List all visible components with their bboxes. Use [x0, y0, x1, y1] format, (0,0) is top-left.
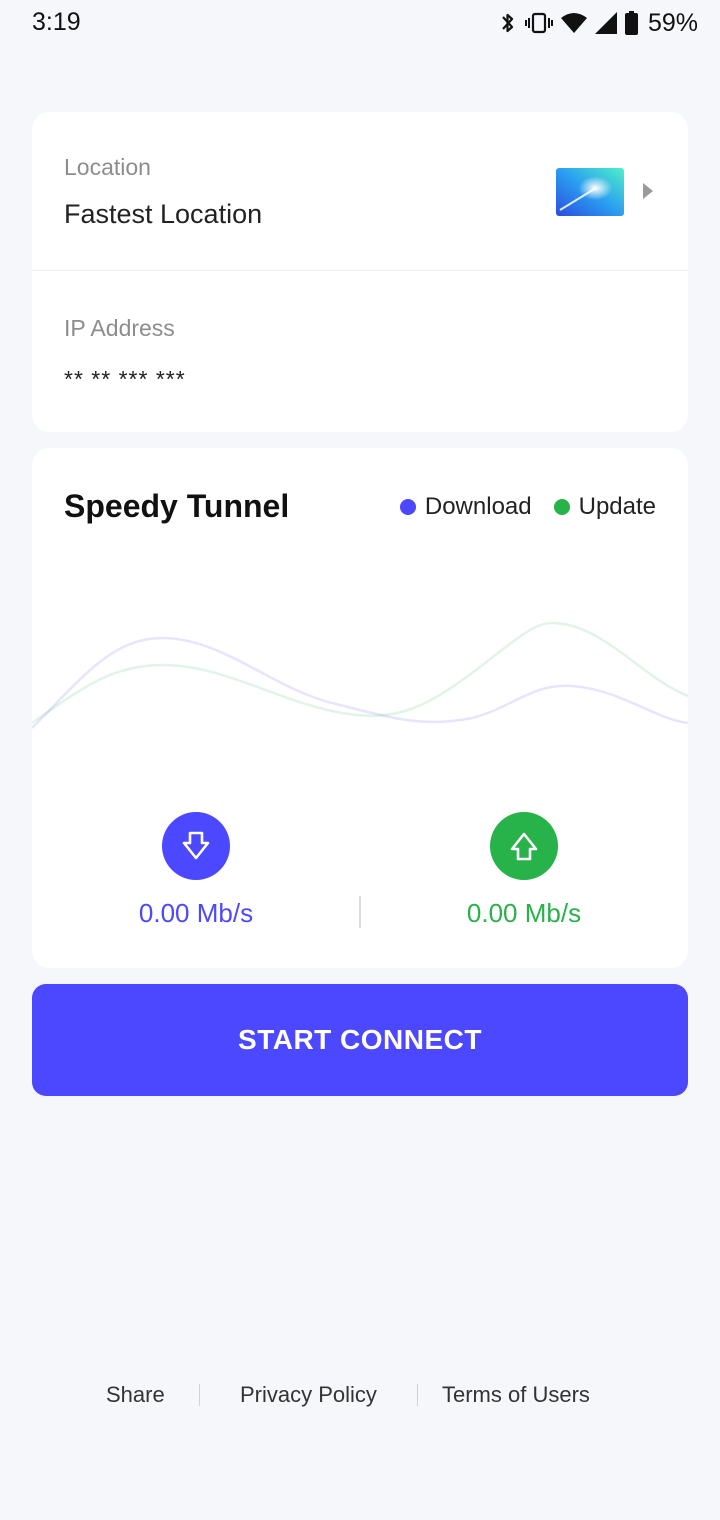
legend-update-label: Update [578, 493, 656, 520]
vibrate-icon [524, 12, 553, 34]
ip-address-label: IP Address [64, 315, 175, 341]
share-link[interactable]: Share [106, 1382, 165, 1408]
chevron-right-icon [643, 183, 653, 199]
battery-percent: 59% [647, 8, 698, 37]
footer-separator [199, 1384, 200, 1406]
location-card: Location Fastest Location IP Address ** … [32, 112, 688, 432]
bluetooth-icon [502, 13, 514, 33]
footer-separator [417, 1384, 418, 1406]
fastest-location-flag-icon [556, 168, 624, 216]
upload-arrow-icon [490, 812, 558, 880]
legend-download: Download [399, 493, 532, 521]
download-arrow-icon [162, 812, 230, 880]
legend-download-dot [399, 499, 416, 515]
upload-wave [32, 621, 688, 725]
privacy-policy-link[interactable]: Privacy Policy [240, 1382, 377, 1408]
upload-speed-value: 0.00 Mb/s [466, 898, 582, 928]
location-value: Fastest Location [64, 199, 263, 229]
terms-of-users-link[interactable]: Terms of Users [442, 1382, 590, 1408]
wifi-icon [560, 13, 587, 33]
legend-update: Update [553, 493, 656, 521]
gauge-separator [359, 896, 361, 928]
upload-gauge: 0.00 Mb/s [424, 812, 624, 929]
status-icons: 59% [499, 8, 698, 38]
speed-card-title: Speedy Tunnel [64, 488, 290, 524]
divider [32, 270, 688, 271]
speed-card: Speedy Tunnel Download Update 0.00 Mb/s … [32, 448, 688, 968]
ip-address-value: ** ** *** *** [64, 366, 186, 392]
download-gauge: 0.00 Mb/s [96, 812, 296, 929]
status-time: 3:19 [32, 8, 81, 36]
legend-update-dot [553, 499, 570, 515]
start-connect-button[interactable]: START CONNECT [32, 984, 688, 1096]
status-bar: 3:19 59% [0, 0, 720, 46]
footer-links: Share Privacy Policy Terms of Users [0, 1378, 720, 1412]
battery-icon [624, 11, 638, 35]
location-row[interactable]: Location Fastest Location [32, 112, 688, 270]
legend-download-label: Download [424, 493, 532, 520]
location-label: Location [64, 154, 151, 180]
speed-legend: Download Update [399, 493, 656, 521]
cell-signal-icon [594, 12, 617, 34]
download-speed-value: 0.00 Mb/s [138, 898, 254, 928]
speed-waves-graphic [32, 621, 688, 729]
